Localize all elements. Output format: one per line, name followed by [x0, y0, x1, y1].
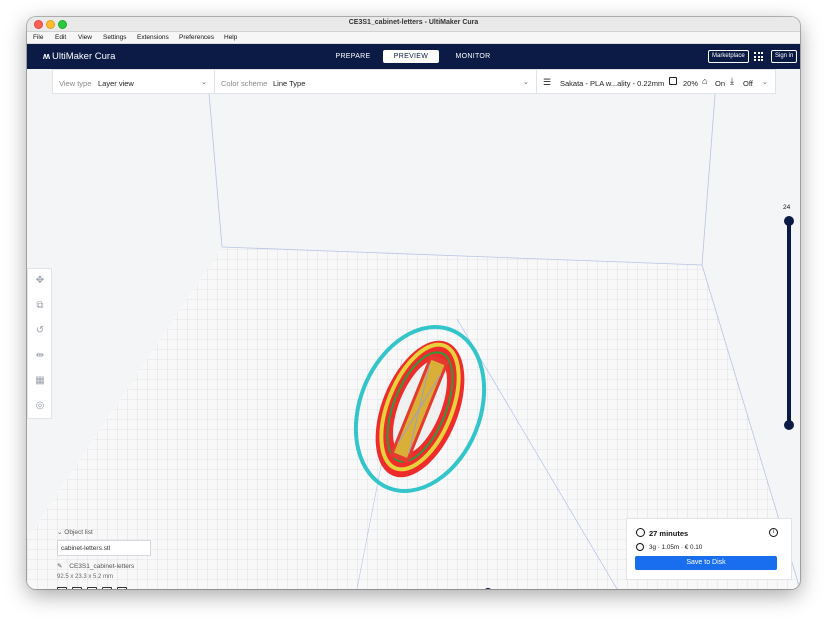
- rotate-icon[interactable]: ↺: [34, 325, 46, 337]
- left-view-icon[interactable]: [102, 587, 112, 589]
- menu-extensions[interactable]: Extensions: [137, 34, 169, 41]
- menu-bar: File Edit View Settings Extensions Prefe…: [27, 32, 800, 44]
- print-time: 27 minutes: [649, 529, 689, 538]
- layer-slider-bottom-handle[interactable]: [784, 420, 794, 430]
- settings-sliders-icon: ☰: [543, 77, 552, 87]
- title-bar: CE3S1_cabinet-letters - UltiMaker Cura: [27, 17, 800, 32]
- pencil-icon: ✎: [57, 563, 63, 570]
- chevron-down-icon: ⌄: [57, 529, 63, 536]
- ultimaker-logo-icon: ʍ: [43, 51, 50, 61]
- object-name-row[interactable]: ✎ CE3S1_cabinet-letters: [57, 562, 207, 570]
- view-settings-bar: View type Layer view ⌄ Color scheme Line…: [52, 69, 776, 94]
- print-info-panel: 27 minutes i 3g · 1.05m · € 0.10 Save to…: [626, 518, 792, 580]
- menu-edit[interactable]: Edit: [55, 34, 66, 41]
- infill-icon: [669, 77, 677, 85]
- view-type-select[interactable]: View type Layer view ⌄: [53, 70, 215, 93]
- object-list-item[interactable]: cabinet-letters.stl: [57, 540, 151, 556]
- color-scheme-value: Line Type: [273, 79, 306, 88]
- object-dimensions: 92.5 x 23.3 x 5.2 mm: [57, 574, 114, 580]
- logo-text: UltiMaker Cura: [52, 51, 116, 62]
- build-plate-scene: [27, 69, 800, 589]
- save-to-disk-button[interactable]: Save to Disk: [635, 556, 777, 570]
- menu-file[interactable]: File: [33, 34, 43, 41]
- profile-value: Sakata - PLA w...ality - 0.22mm: [560, 79, 665, 88]
- info-icon[interactable]: i: [769, 528, 778, 537]
- tab-monitor[interactable]: MONITOR: [445, 50, 501, 63]
- support-blocker-icon[interactable]: ◎: [34, 400, 46, 412]
- color-scheme-select[interactable]: Color scheme Line Type ⌄: [215, 70, 537, 93]
- mirror-icon[interactable]: ⇹: [34, 350, 46, 362]
- menu-preferences[interactable]: Preferences: [179, 34, 214, 41]
- object-list-panel: ⌄ Object list cabinet-letters.stl ✎ CE3S…: [57, 528, 207, 580]
- tab-preview[interactable]: PREVIEW: [383, 50, 439, 63]
- infill-value: 20%: [683, 79, 699, 88]
- chevron-down-icon: ⌄: [523, 79, 529, 86]
- object-name: CE3S1_cabinet-letters: [69, 563, 135, 570]
- layer-number-label: 24: [783, 204, 791, 211]
- per-model-settings-icon[interactable]: ▦: [34, 375, 46, 387]
- view-type-label: View type: [59, 79, 92, 88]
- object-list-toggle[interactable]: ⌄ Object list: [57, 528, 207, 536]
- support-value: On: [715, 79, 726, 88]
- adhesion-value: Off: [743, 79, 753, 88]
- clock-icon: [636, 528, 645, 537]
- sign-in-button[interactable]: Sign in: [771, 50, 798, 63]
- menu-view[interactable]: View: [78, 34, 92, 41]
- support-icon: ⌂: [702, 76, 708, 86]
- window-title: CE3S1_cabinet-letters - UltiMaker Cura: [348, 19, 479, 26]
- apps-grid-icon[interactable]: [754, 52, 763, 61]
- move-icon[interactable]: ✥: [34, 275, 46, 287]
- tab-prepare[interactable]: PREPARE: [327, 50, 379, 63]
- color-scheme-label: Color scheme: [221, 79, 268, 88]
- chevron-down-icon: ⌄: [201, 79, 207, 86]
- right-view-icon[interactable]: [117, 587, 127, 589]
- cost-icon: [636, 543, 644, 551]
- 3d-viewport[interactable]: View type Layer view ⌄ Color scheme Line…: [27, 69, 800, 589]
- adhesion-icon: ⤓: [730, 76, 734, 86]
- menu-help[interactable]: Help: [224, 34, 237, 41]
- scale-icon[interactable]: ⧉: [34, 300, 46, 312]
- camera-view-buttons: [57, 587, 127, 589]
- print-material: 3g · 1.05m · € 0.10: [649, 544, 703, 551]
- layer-slider-track[interactable]: [787, 221, 791, 426]
- left-toolbar: ✥ ⧉ ↺ ⇹ ▦ ◎: [27, 268, 52, 419]
- top-view-icon[interactable]: [87, 587, 97, 589]
- app-header: ʍ UltiMaker Cura PREPARE PREVIEW MONITOR …: [27, 44, 800, 69]
- app-window: CE3S1_cabinet-letters - UltiMaker Cura F…: [27, 17, 800, 589]
- view-type-value: Layer view: [98, 79, 134, 88]
- object-list-header: Object list: [64, 529, 93, 536]
- chevron-down-icon: ⌄: [762, 79, 768, 86]
- layer-slider-top-handle[interactable]: [784, 216, 794, 226]
- front-view-icon[interactable]: [72, 587, 82, 589]
- cura-logo: ʍ UltiMaker Cura: [43, 51, 115, 62]
- marketplace-button[interactable]: Marketplace: [708, 50, 749, 63]
- print-settings-select[interactable]: ☰ Sakata - PLA w...ality - 0.22mm 20% ⌂ …: [537, 70, 775, 93]
- 3d-view-icon[interactable]: [57, 587, 67, 589]
- menu-settings[interactable]: Settings: [103, 34, 127, 41]
